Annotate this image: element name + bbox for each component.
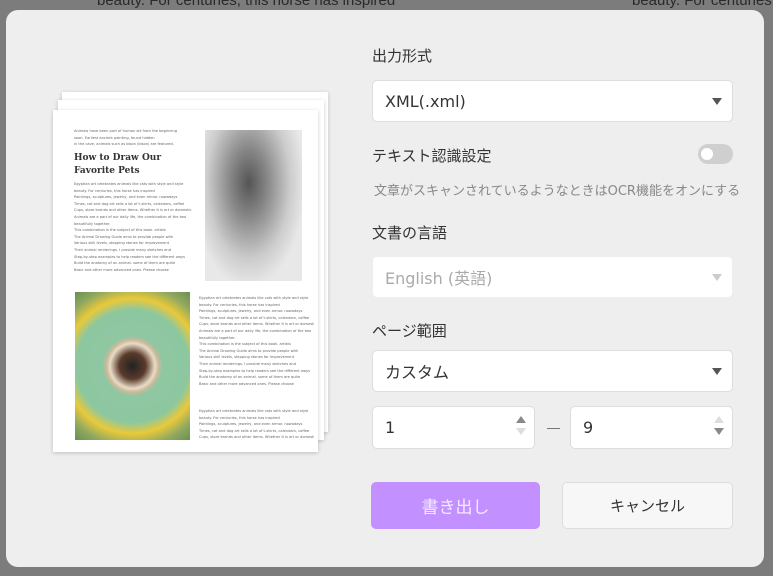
page-range-label: ページ範囲	[372, 322, 447, 340]
ocr-label: テキスト認識設定	[372, 147, 492, 165]
chevron-down-icon	[712, 274, 722, 281]
chevron-down-icon	[712, 98, 722, 105]
decrement-icon[interactable]	[516, 428, 526, 435]
embroidery-photo	[75, 292, 190, 440]
page-from-value: 1	[385, 418, 396, 437]
preview-body: Egyptian art celebrates animals like cat…	[199, 296, 314, 386]
page-from-input[interactable]: 1	[372, 406, 535, 449]
page-to-input[interactable]: 9	[570, 406, 733, 449]
page-to-value: 9	[583, 418, 594, 437]
chevron-down-icon	[712, 368, 722, 375]
background-text: beauty. For centuries, this horse has in…	[97, 0, 396, 9]
decrement-icon[interactable]	[714, 428, 724, 435]
preview-body: Egyptian art celebrates animals like cat…	[74, 182, 192, 272]
increment-icon[interactable]	[714, 416, 724, 423]
export-dialog: Animals have been part of human art from…	[6, 10, 764, 567]
language-label: 文書の言語	[372, 224, 448, 242]
output-format-value: XML(.xml)	[385, 91, 466, 111]
dog-sketch-image	[205, 130, 302, 281]
preview-title: How to Draw Our Favorite Pets	[74, 153, 162, 176]
ocr-toggle[interactable]	[698, 144, 733, 164]
preview-body-2: Egyptian art celebrates animals like cat…	[199, 409, 314, 440]
page-range-select[interactable]: カスタム	[372, 350, 733, 392]
page-range-value: カスタム	[385, 363, 450, 382]
ocr-help-text: 文章がスキャンされているようなときはOCR機能をオンにする	[374, 184, 741, 199]
language-select[interactable]: English (英語)	[372, 256, 733, 298]
language-value: English (英語)	[385, 269, 493, 288]
range-separator	[547, 428, 560, 429]
cancel-button[interactable]: キャンセル	[562, 482, 733, 529]
background-text: beauty. For centuries	[632, 0, 772, 9]
output-format-label: 出力形式	[372, 47, 433, 65]
page-to-stepper[interactable]	[714, 416, 724, 440]
page-from-stepper[interactable]	[516, 416, 526, 440]
increment-icon[interactable]	[516, 416, 526, 423]
export-button[interactable]: 書き出し	[371, 482, 540, 529]
output-format-select[interactable]: XML(.xml)	[372, 80, 733, 122]
preview-intro: Animals have been part of human art from…	[74, 129, 177, 147]
preview-page: Animals have been part of human art from…	[53, 110, 318, 452]
